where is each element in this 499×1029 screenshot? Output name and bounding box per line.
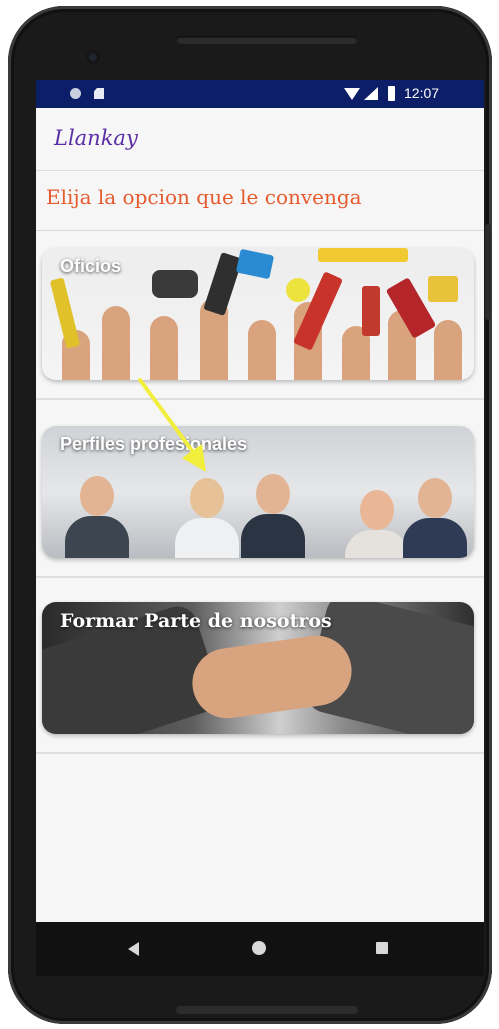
recents-icon[interactable] (376, 942, 388, 954)
front-camera (86, 50, 100, 64)
sd-card-icon (94, 88, 104, 99)
earpiece (176, 36, 358, 44)
formar-parte-label: Formar Parte de nosotros (60, 610, 332, 632)
app-screen: 12:07 Llankay Elija la opcion que le con… (36, 80, 484, 976)
home-icon[interactable] (252, 941, 266, 955)
status-bar: 12:07 (36, 80, 484, 108)
app-bar: Llankay (36, 108, 484, 171)
instruction-row: Elija la opcion que le convenga (36, 172, 484, 231)
side-button (485, 224, 491, 320)
perfiles-profesionales-card[interactable]: Perfiles profesionales (42, 426, 474, 558)
instruction-text: Elija la opcion que le convenga (46, 185, 362, 209)
battery-icon (388, 86, 395, 101)
oficios-card[interactable]: Oficios (42, 248, 474, 380)
back-icon[interactable] (128, 942, 139, 956)
nav-bar (36, 922, 484, 976)
bottom-speaker (176, 1006, 358, 1014)
wifi-icon (344, 88, 360, 100)
formar-parte-card[interactable]: Formar Parte de nosotros (42, 602, 474, 734)
list-item: Perfiles profesionales (36, 398, 484, 578)
list-item: Formar Parte de nosotros (36, 576, 484, 754)
oficios-label: Oficios (60, 256, 122, 276)
signal-icon (364, 87, 378, 100)
list-item: Oficios (36, 230, 484, 400)
perfiles-profesionales-label: Perfiles profesionales (60, 434, 248, 454)
notification-dot-icon (70, 88, 81, 99)
status-time: 12:07 (404, 85, 440, 101)
app-title: Llankay (54, 126, 138, 150)
